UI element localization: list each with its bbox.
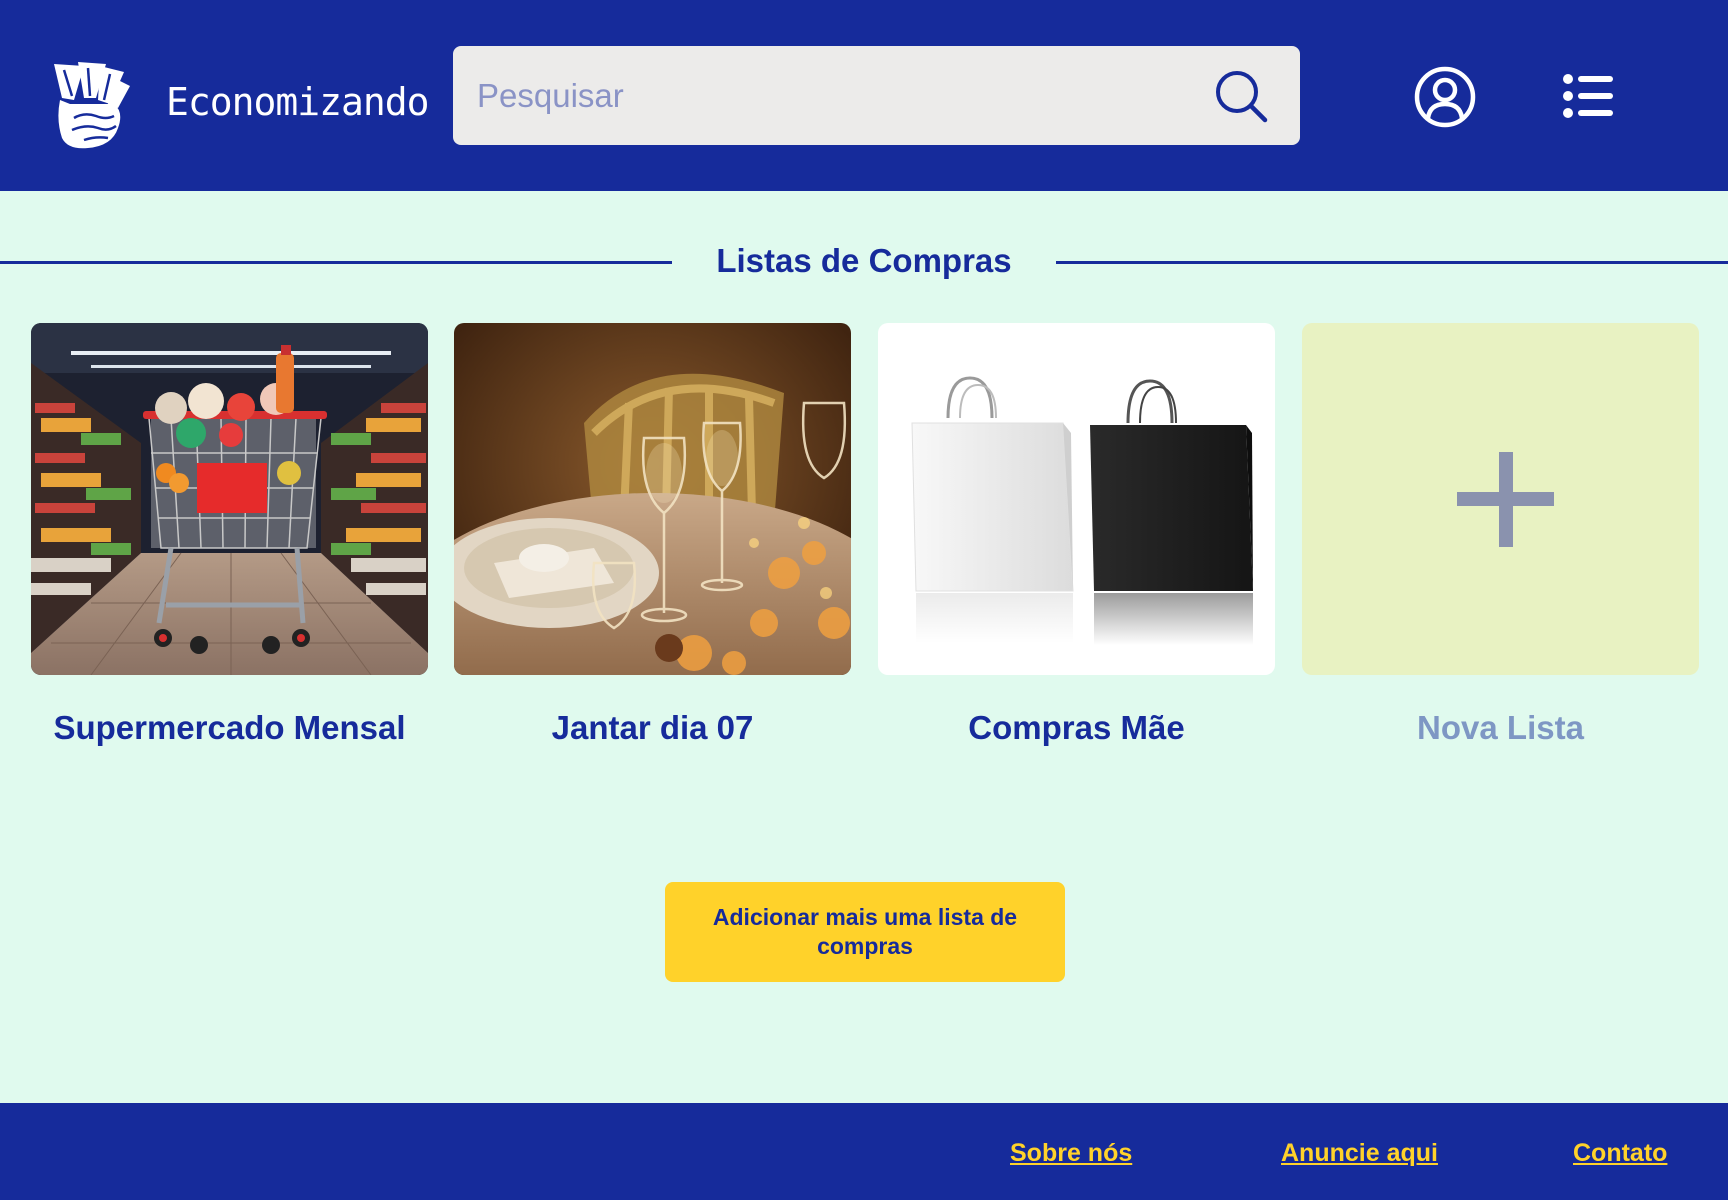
shopping-bags-image [878, 323, 1275, 675]
section-title-text: Listas de Compras [672, 242, 1056, 279]
list-card-label: Compras Mãe [968, 709, 1185, 746]
brand-name: Economizando [166, 80, 430, 124]
footer-link-advertise[interactable]: Anuncie aqui [1281, 1139, 1438, 1168]
footer-link-contact[interactable]: Contato [1573, 1139, 1667, 1168]
search-input[interactable] [477, 46, 1197, 145]
list-card-supermercado[interactable]: Supermercado Mensal [31, 323, 428, 747]
new-list-card[interactable]: Nova Lista [1302, 323, 1699, 747]
list-card-jantar[interactable]: Jantar dia 07 [454, 323, 851, 747]
supermarket-cart-image [31, 323, 428, 675]
menu-icon[interactable] [1563, 74, 1613, 118]
search-bar [453, 46, 1300, 145]
search-icon[interactable] [1215, 70, 1269, 124]
list-card-label: Supermercado Mensal [53, 709, 406, 746]
list-card-label: Jantar dia 07 [551, 709, 754, 746]
section-title: Listas de Compras [0, 242, 1728, 280]
logo-icon[interactable] [44, 60, 130, 150]
user-icon[interactable] [1414, 66, 1476, 128]
footer: Sobre nós Anuncie aqui Contato [0, 1103, 1728, 1200]
list-card-compras-mae[interactable]: Compras Mãe [878, 323, 1275, 747]
header: Economizando [0, 0, 1728, 191]
dinner-table-image [454, 323, 851, 675]
new-list-tile [1302, 323, 1699, 675]
footer-link-about[interactable]: Sobre nós [1010, 1139, 1132, 1168]
add-list-button[interactable]: Adicionar mais uma lista de compras [665, 882, 1065, 982]
new-list-label: Nova Lista [1417, 709, 1584, 746]
